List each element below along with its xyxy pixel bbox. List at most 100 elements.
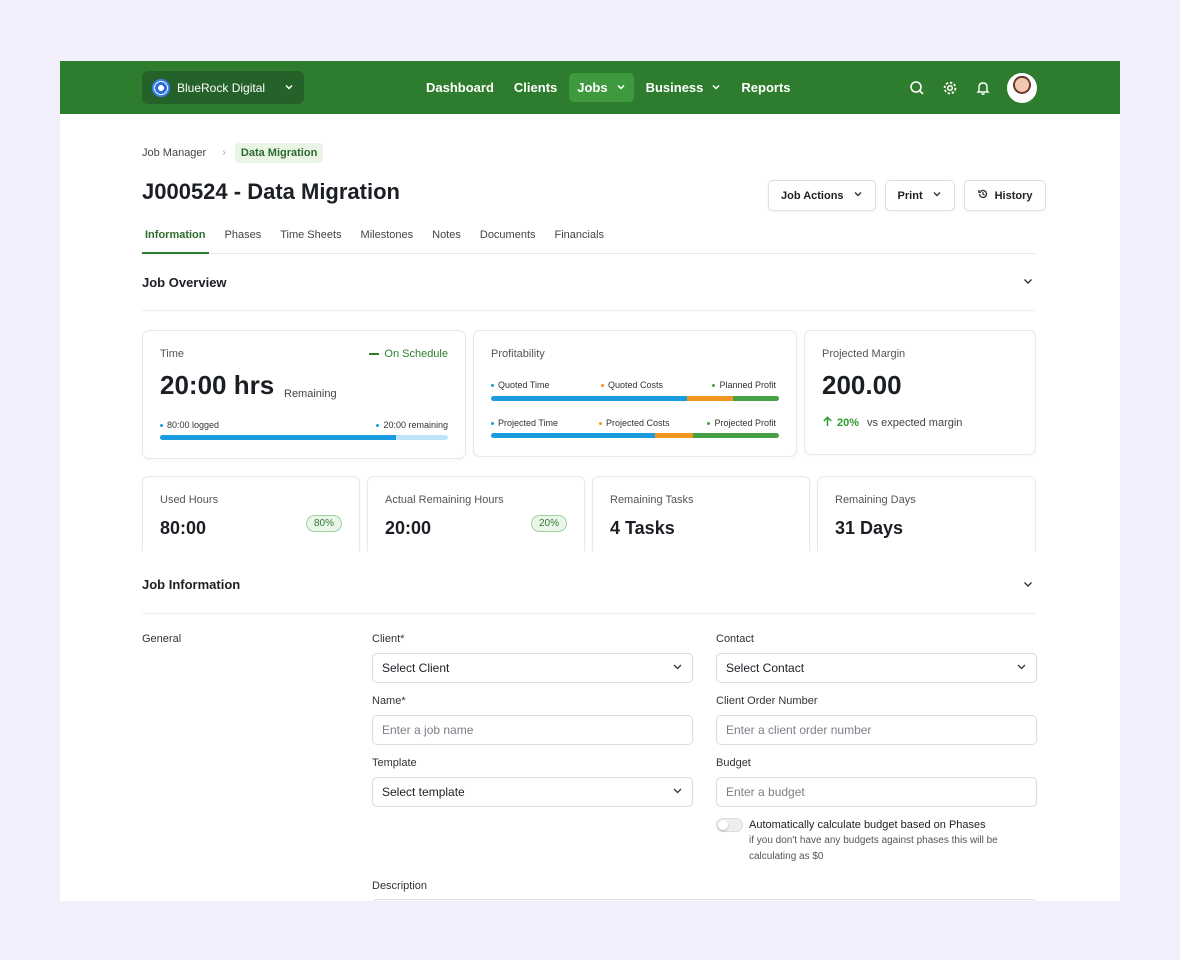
- projected-profit-label: Projected Profit: [714, 418, 776, 428]
- projected-profit-segment: [692, 433, 779, 438]
- nav-reports[interactable]: Reports: [733, 73, 798, 102]
- tab-phases[interactable]: Phases: [222, 229, 265, 254]
- projected-costs-legend: Projected Costs: [599, 418, 670, 428]
- auto-budget-note-1: if you don't have any budgets against ph…: [749, 835, 998, 846]
- used-hours-value: 80:00: [160, 518, 207, 538]
- general-section-label: General: [142, 633, 182, 645]
- template-label: Template: [372, 757, 417, 769]
- remaining-days-value: 31 Days: [835, 518, 904, 538]
- breadcrumb-parent[interactable]: Job Manager: [142, 147, 206, 159]
- profitability-card: Profitability Quoted Time Quoted Costs P…: [473, 330, 797, 457]
- client-label: Client*: [372, 633, 405, 645]
- job-actions-label: Job Actions: [781, 189, 844, 202]
- tab-financials[interactable]: Financials: [552, 229, 608, 254]
- arrow-up-icon: [822, 416, 833, 430]
- time-remaining-sub: Remaining: [284, 388, 337, 400]
- legend-dot: [707, 421, 711, 425]
- nav-dashboard[interactable]: Dashboard: [418, 73, 502, 102]
- org-logo: [152, 78, 170, 97]
- projected-time-label: Projected Time: [498, 418, 559, 428]
- toggle-knob: [718, 820, 728, 830]
- used-hours-label: Used Hours: [160, 494, 219, 506]
- description-textarea[interactable]: [372, 899, 1037, 901]
- time-progress-bar: [160, 435, 448, 440]
- client-select[interactable]: Select Client: [372, 653, 693, 683]
- collapse-overview-toggle[interactable]: [1022, 275, 1034, 290]
- nav-business[interactable]: Business: [638, 73, 730, 102]
- nav-business-label: Business: [645, 80, 704, 95]
- chevron-down-icon: [672, 785, 683, 799]
- history-button[interactable]: History: [963, 180, 1046, 211]
- nav-jobs-label: Jobs: [577, 80, 608, 95]
- legend-dot: [491, 383, 494, 387]
- time-card: Time On Schedule 20:00 hrs Remaining 80:…: [142, 330, 466, 459]
- legend-dot: [712, 383, 716, 387]
- divider: [142, 310, 1036, 311]
- used-hours-badge: 80%: [306, 515, 343, 532]
- remaining-tasks-label: Remaining Tasks: [610, 494, 694, 506]
- auto-budget-toggle[interactable]: [716, 818, 743, 832]
- tab-information[interactable]: Information: [142, 229, 209, 254]
- tab-documents[interactable]: Documents: [477, 229, 539, 254]
- nav-jobs[interactable]: Jobs: [569, 73, 634, 102]
- logged-text: 80:00 logged: [167, 420, 220, 430]
- template-select-value: Select template: [382, 785, 465, 799]
- budget-label: Budget: [716, 757, 751, 769]
- org-switcher[interactable]: BlueRock Digital: [142, 71, 304, 104]
- tab-time-sheets[interactable]: Time Sheets: [277, 229, 344, 254]
- quoted-costs-legend: Quoted Costs: [601, 380, 663, 390]
- legend-dot: [160, 423, 163, 427]
- job-name-input[interactable]: Enter a job name: [372, 715, 693, 745]
- main-nav: Dashboard Clients Jobs Business Reports: [418, 73, 803, 102]
- chevron-down-icon: [616, 80, 626, 95]
- search-icon[interactable]: [906, 77, 928, 99]
- tab-notes[interactable]: Notes: [429, 229, 464, 254]
- projected-profit-legend: Projected Profit: [707, 418, 776, 428]
- quoted-costs-segment: [686, 396, 733, 401]
- history-label: History: [994, 189, 1033, 202]
- client-order-input[interactable]: Enter a client order number: [716, 715, 1037, 745]
- name-label: Name*: [372, 695, 406, 707]
- budget-input[interactable]: Enter a budget: [716, 777, 1037, 807]
- breadcrumb: Job Manager › Data Migration: [142, 143, 324, 163]
- quoted-profitability-bar: [491, 396, 779, 401]
- on-schedule-status: On Schedule: [369, 348, 448, 360]
- actual-remaining-label: Actual Remaining Hours: [385, 494, 504, 506]
- job-information-heading: Job Information: [142, 577, 241, 592]
- collapse-information-toggle[interactable]: [1022, 578, 1034, 593]
- planned-profit-label: Planned Profit: [719, 380, 776, 390]
- remaining-text: 20:00 remaining: [383, 420, 448, 430]
- remaining-tasks-value: 4 Tasks: [610, 518, 675, 538]
- history-icon: [977, 188, 989, 203]
- time-remaining-value: 20:00 hrs: [160, 370, 275, 400]
- avatar[interactable]: [1007, 73, 1037, 103]
- template-select[interactable]: Select template: [372, 777, 693, 807]
- profitability-label: Profitability: [491, 348, 545, 360]
- header-icons: [906, 73, 1037, 103]
- client-order-label: Client Order Number: [716, 695, 818, 707]
- logged-legend: 80:00 logged: [160, 420, 219, 430]
- gear-icon[interactable]: [939, 77, 961, 99]
- chevron-right-icon: ›: [222, 147, 226, 159]
- job-actions-button[interactable]: Job Actions: [768, 180, 876, 211]
- chevron-down-icon: [672, 661, 683, 675]
- top-navbar: BlueRock Digital Dashboard Clients Jobs …: [60, 61, 1120, 114]
- on-schedule-label: On Schedule: [384, 348, 448, 360]
- page-title: J000524 - Data Migration: [142, 179, 400, 204]
- chevron-down-icon: [1024, 582, 1032, 587]
- bell-icon[interactable]: [972, 77, 994, 99]
- contact-select[interactable]: Select Contact: [716, 653, 1037, 683]
- projected-costs-label: Projected Costs: [606, 418, 670, 428]
- nav-clients[interactable]: Clients: [506, 73, 565, 102]
- projected-costs-segment: [655, 433, 693, 438]
- projected-margin-card: Projected Margin 200.00 20% vs expected …: [804, 330, 1036, 455]
- tab-milestones[interactable]: Milestones: [358, 229, 417, 254]
- margin-trend: 20% vs expected margin: [822, 416, 962, 430]
- projected-time-segment: [491, 433, 656, 438]
- quoted-time-segment: [491, 396, 687, 401]
- print-label: Print: [897, 189, 923, 202]
- dash-icon: [369, 353, 380, 355]
- planned-profit-legend: Planned Profit: [712, 380, 776, 390]
- print-button[interactable]: Print: [884, 180, 955, 211]
- contact-label: Contact: [716, 633, 754, 645]
